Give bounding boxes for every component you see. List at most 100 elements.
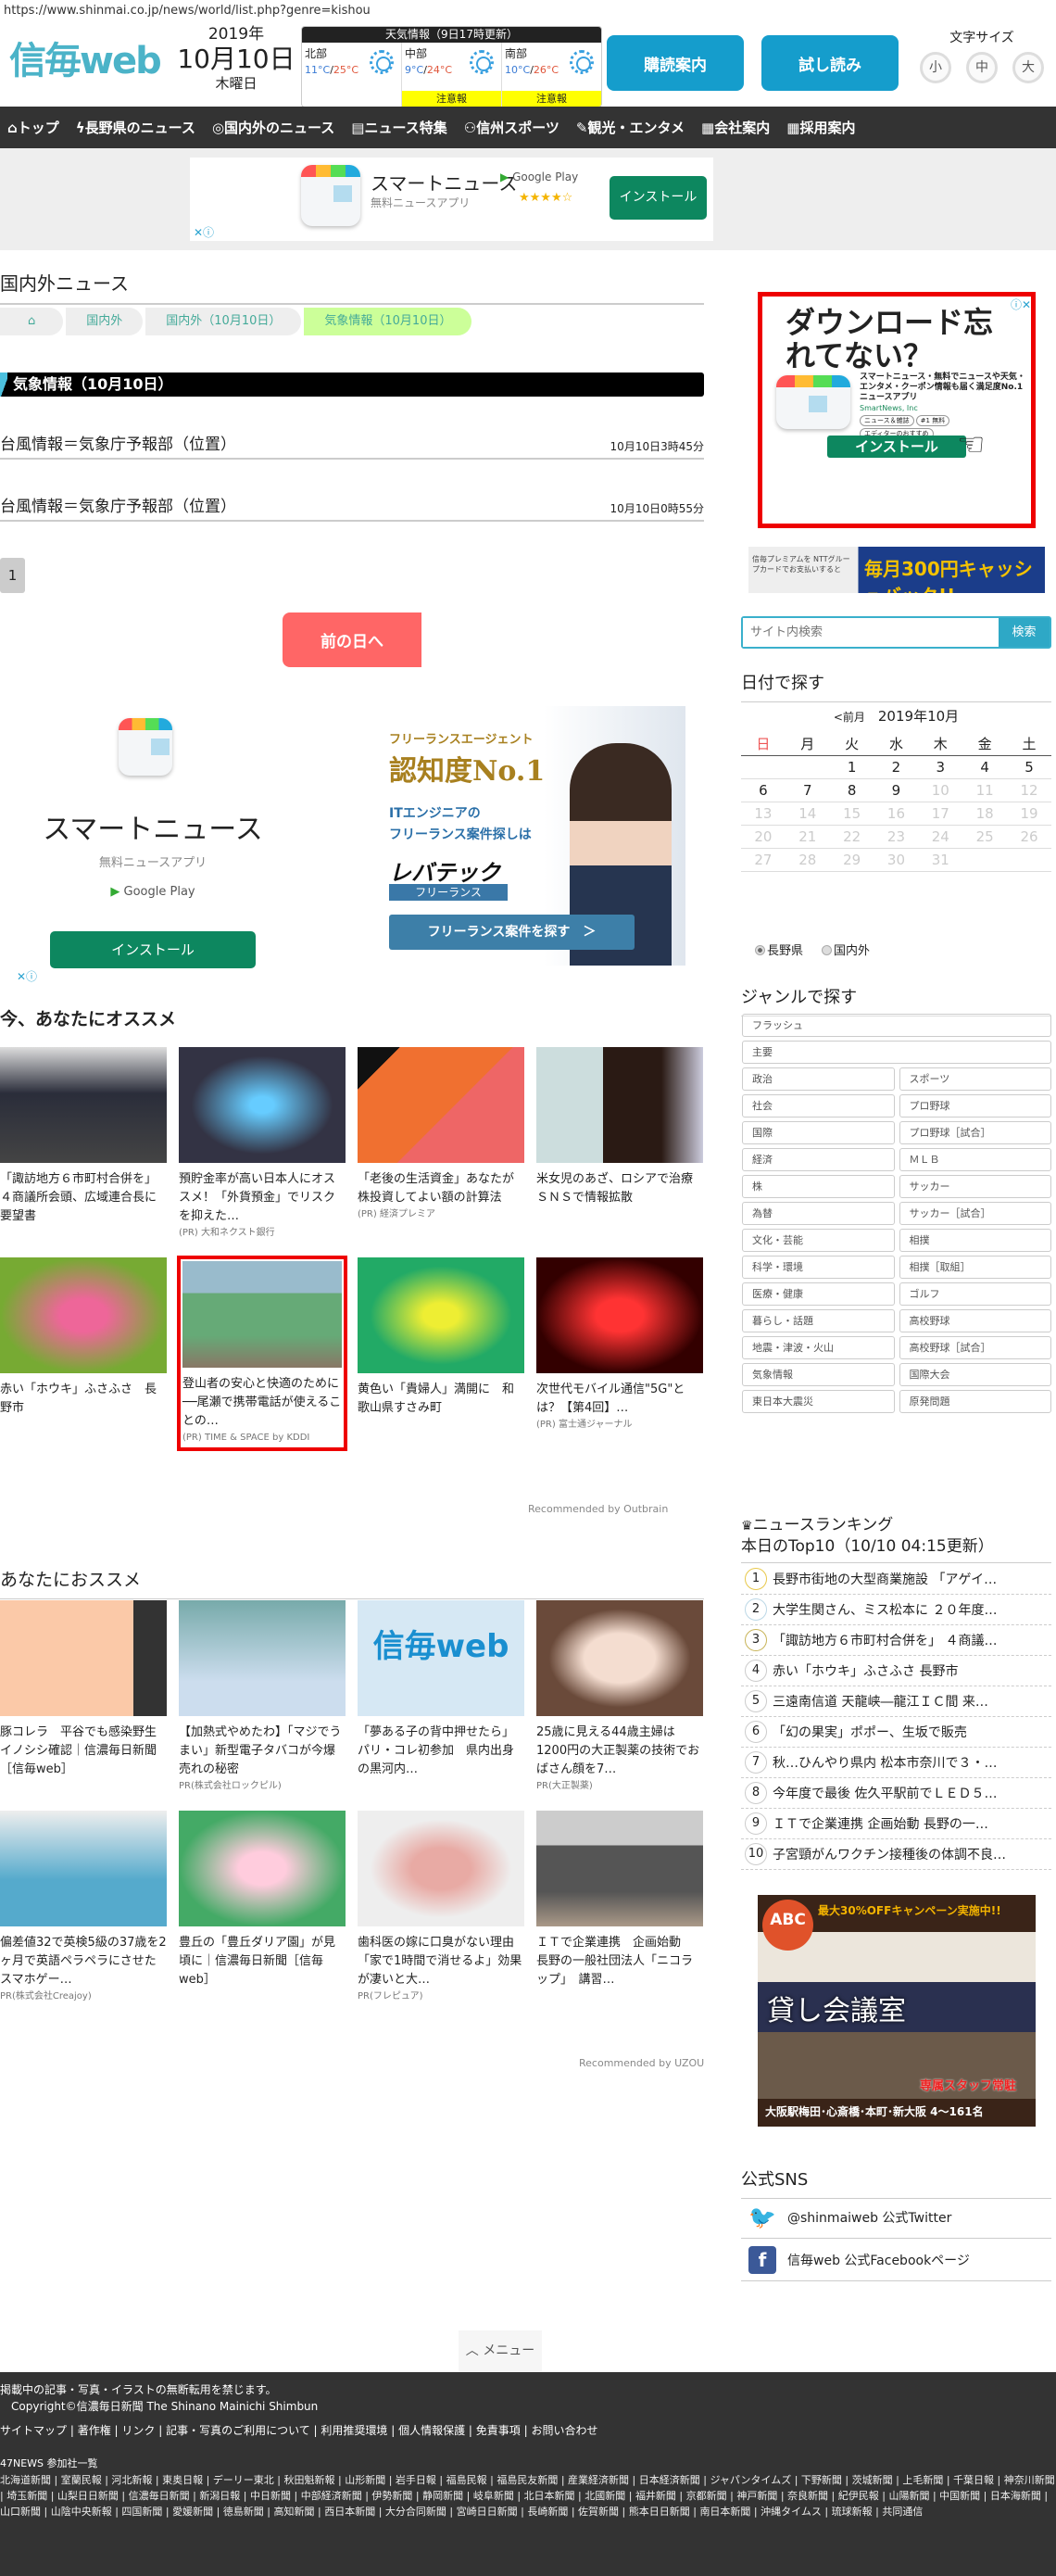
article-title[interactable]: 台風情報＝気象庁予報部（位置） (0, 493, 236, 516)
weather-widget[interactable]: 天気情報（9日17時更新） 北部 11°C/25°C 中部 9°C/24°C 注意報 南部… (301, 26, 602, 107)
smartnews-sidebar-ad[interactable]: ⓘ✕ ダウンロード忘れてない？ スマートニュース・無料でニュースや天気・エンタメ… (758, 292, 1036, 528)
genre-button[interactable]: 為替 (742, 1202, 895, 1225)
recommend-card[interactable]: 偏差値32で英検5級の37歳を2ヶ月で英語ペラペラにさせたスマホゲー… PR(株式… (0, 1811, 167, 2004)
footer-link[interactable]: お問い合わせ (531, 2424, 597, 2437)
p47-link[interactable]: 徳島新聞 (223, 2506, 264, 2518)
site-logo[interactable]: 信毎web (9, 35, 167, 87)
card-image[interactable] (536, 1811, 703, 1926)
ranking-title[interactable]: 赤い「ホウキ」ふさふさ 長野市 (773, 1661, 958, 1680)
genre-button[interactable]: スポーツ (899, 1067, 1051, 1091)
genre-button[interactable]: 主要 (742, 1041, 1051, 1064)
p47-link[interactable]: 神奈川新聞 (1004, 2474, 1055, 2486)
nav-item[interactable]: ▦採用案内 (786, 118, 855, 137)
nav-item[interactable]: ◎国内外のニュース (212, 118, 334, 137)
p47-link[interactable]: 静岡新聞 (422, 2490, 463, 2502)
recommend-card[interactable]: 歯科医の嫁に口臭がない理由「家で1時間で消せるよ」効果が凄いと大… PR(フレピュ… (358, 1811, 524, 2004)
genre-button[interactable]: 相撲［取組］ (899, 1256, 1051, 1279)
ranking-item[interactable]: 4 赤い「ホウキ」ふさふさ 長野市 (741, 1656, 1051, 1686)
footer-link[interactable]: 個人情報保護 (398, 2424, 465, 2437)
calendar-day[interactable]: 3 (918, 755, 963, 779)
ranking-title[interactable]: ＩＴで企業連携 企画始動 長野の一… (773, 1814, 988, 1833)
genre-button[interactable]: プロ野球 (899, 1094, 1051, 1118)
calendar-day[interactable]: 5 (1007, 755, 1051, 779)
calendar-day[interactable]: 8 (829, 778, 874, 802)
p47-link[interactable]: 河北新報 (111, 2474, 152, 2486)
ranking-title[interactable]: 子宮頸がんワクチン接種後の体調不良… (773, 1845, 1006, 1863)
nav-item[interactable]: ▦会社案内 (701, 118, 770, 137)
premium-banner[interactable]: 信毎プレミアムを NTTグループカードでお支払いすると 毎月300円キャッシュバ… (748, 547, 1045, 593)
p47-link[interactable]: 大分合同新聞 (385, 2506, 446, 2518)
p47-link[interactable]: 岐阜新聞 (473, 2490, 514, 2502)
breadcrumb-home-icon[interactable]: ⌂ (0, 308, 64, 335)
p47-link[interactable]: 長崎新聞 (527, 2506, 568, 2518)
card-title[interactable]: 次世代モバイル通信"5G"とは？【第4回】… (536, 1381, 703, 1418)
card-title[interactable]: 預貯金率が高い日本人にオススメ！「外貨預金」でリスクを抑えた… (179, 1170, 346, 1226)
top-ad-banner[interactable]: スマートニュース 無料ニュースアプリ ▶ Google Play ★★★★☆ イ… (0, 148, 1056, 250)
p47-link[interactable]: 日本海新聞 (990, 2490, 1041, 2502)
genre-button[interactable]: 医療・健康 (742, 1282, 895, 1306)
card-image[interactable] (179, 1600, 346, 1716)
ranking-item[interactable]: 7 秋…ひんやり県内 松本市奈川で３・… (741, 1748, 1051, 1778)
recommend-card[interactable]: 預貯金率が高い日本人にオススメ！「外貨預金」でリスクを抑えた… (PR) 大和ネク… (179, 1047, 346, 1241)
genre-button[interactable]: ＭＬＢ (899, 1148, 1051, 1171)
twitter-label[interactable]: @shinmaiweb 公式Twitter (787, 2208, 951, 2227)
card-title[interactable]: 豚コレラ 平谷でも感染野生イノシシ確認｜信濃毎日新聞［信毎web］ (0, 1724, 167, 1779)
p47-link[interactable]: 佐賀新聞 (578, 2506, 619, 2518)
genre-button[interactable]: 原発問題 (899, 1390, 1051, 1413)
genre-button[interactable]: 気象情報 (742, 1363, 895, 1386)
p47-link[interactable]: 沖縄タイムス (761, 2506, 822, 2518)
install-button[interactable]: インストール (50, 931, 256, 968)
p47-link[interactable]: 東奥日報 (162, 2474, 203, 2486)
card-title[interactable]: 「夢ある子の背中押せたら」 パリ・コレ初参加 県内出身の黒河内… (358, 1724, 524, 1779)
prev-day-button[interactable]: 前の日へ (283, 612, 421, 667)
card-title[interactable]: 偏差値32で英検5級の37歳を2ヶ月で英語ペラペラにさせたスマホゲー… (0, 1934, 167, 1989)
card-image[interactable] (536, 1047, 703, 1163)
font-size-small-button[interactable]: 小 (920, 52, 951, 83)
ranking-item[interactable]: 10 子宮頸がんワクチン接種後の体調不良… (741, 1839, 1051, 1870)
card-image[interactable] (536, 1257, 703, 1373)
calendar-day[interactable]: 6 (741, 778, 786, 802)
install-button[interactable]: インストール (610, 176, 707, 220)
card-image[interactable] (0, 1257, 167, 1373)
ranking-item[interactable]: 3 「諏訪地方６市町村合併を」 ４商議… (741, 1625, 1051, 1656)
p47-link[interactable]: 千葉日報 (953, 2474, 994, 2486)
nav-item[interactable]: ⚇信州スポーツ (464, 118, 559, 137)
ranking-title[interactable]: 大学生関さん、ミス松本に ２０年度… (773, 1600, 997, 1619)
ranking-title[interactable]: 長野市街地の大型商業施設 「アゲイ… (773, 1570, 997, 1588)
calendar-day[interactable]: 9 (874, 778, 919, 802)
card-image[interactable] (358, 1257, 524, 1373)
p47-link[interactable]: 北國新聞 (585, 2490, 625, 2502)
genre-button[interactable]: 暮らし・話題 (742, 1309, 895, 1332)
ranking-title[interactable]: 「幻の果実」ポポー、生坂で販売 (773, 1723, 967, 1741)
facebook-label[interactable]: 信毎web 公式Facebookページ (787, 2251, 970, 2269)
p47-link[interactable]: 福島民友新聞 (497, 2474, 558, 2486)
recommend-card[interactable]: 赤い「ホウキ」ふさふさ 長野市 (0, 1257, 167, 1449)
recommend-card[interactable]: 黄色い「貴婦人」満開に 和歌山県すさみ町 (358, 1257, 524, 1449)
p47-link[interactable]: 埼玉新聞 (6, 2490, 47, 2502)
calendar-day[interactable]: 2 (874, 755, 919, 779)
p47-link[interactable]: 上毛新聞 (902, 2474, 943, 2486)
meeting-room-ad[interactable]: ABC 最大30%OFFキャンペーン実施中!! 貸し会議室 専属スタッフ常駐 大… (758, 1895, 1036, 2127)
smartnews-ad[interactable]: スマートニュース 無料ニュースアプリ ▶ Google Play インストール … (0, 704, 306, 983)
calendar-day[interactable]: 4 (962, 755, 1008, 779)
genre-button[interactable]: プロ野球［試合］ (899, 1121, 1051, 1144)
p47-link[interactable]: 山口新聞 (0, 2506, 41, 2518)
footer-link[interactable]: サイトマップ (0, 2424, 67, 2437)
card-title[interactable]: 25歳に見える44歳主婦は1200円の大正製薬の技術でおばさん顔を7… (536, 1724, 703, 1779)
p47-link[interactable]: 福井新聞 (635, 2490, 676, 2502)
card-title[interactable]: 「諏訪地方６市町村合併を」 ４商議所会頭、広域連合長に要望書 (0, 1170, 167, 1226)
article-title[interactable]: 台風情報＝気象庁予報部（位置） (0, 431, 236, 454)
recommend-card[interactable]: ＩＴで企業連携 企画始動 長野の一般社団法人「ニコラップ」 講習… (536, 1811, 703, 2004)
footer-link[interactable]: リンク (121, 2424, 155, 2437)
p47-link[interactable]: 中部経済新聞 (301, 2490, 362, 2502)
card-image[interactable] (358, 1811, 524, 1926)
genre-button[interactable]: 科学・環境 (742, 1256, 895, 1279)
genre-button[interactable]: 国際大会 (899, 1363, 1051, 1386)
p47-link[interactable]: 産業経済新聞 (568, 2474, 629, 2486)
p47-link[interactable]: 北日本新聞 (524, 2490, 575, 2502)
ranking-item[interactable]: 1 長野市街地の大型商業施設 「アゲイ… (741, 1564, 1051, 1595)
recommend-card[interactable]: 米女児のあざ、ロシアで治療 ＳＮＳで情報拡散 (536, 1047, 705, 1241)
card-image[interactable] (182, 1261, 342, 1368)
p47-link[interactable]: 信濃毎日新聞 (129, 2490, 190, 2502)
card-title[interactable]: 赤い「ホウキ」ふさふさ 長野市 (0, 1381, 167, 1418)
